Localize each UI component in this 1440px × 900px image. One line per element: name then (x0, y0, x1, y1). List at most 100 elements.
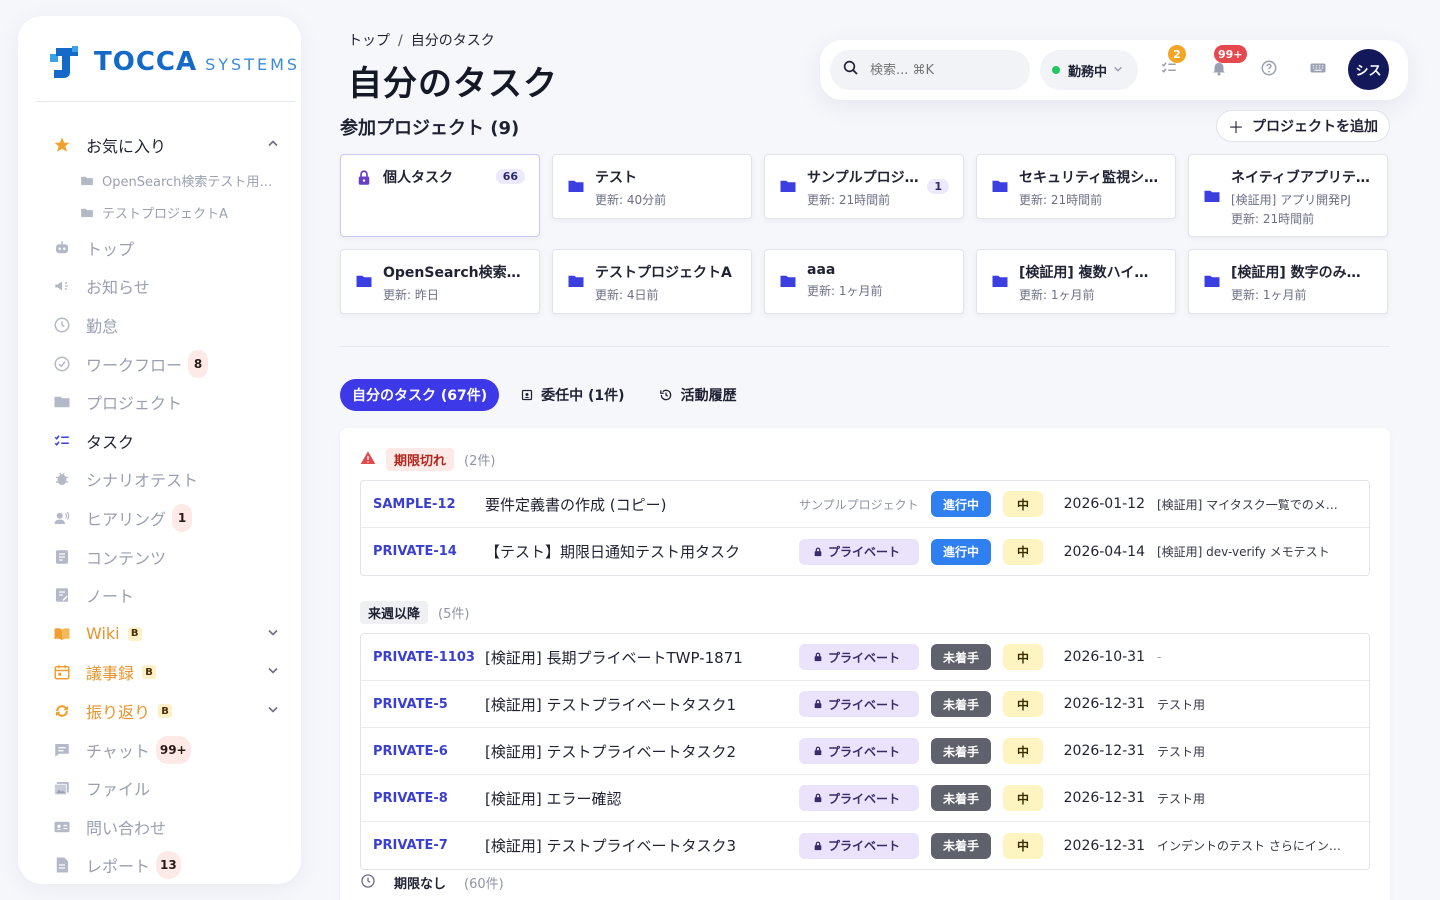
table-row[interactable]: PRIVATE-8 [検証用] エラー確認 プライベート 未着手 中 2026-… (361, 775, 1369, 822)
sidebar-item-contents[interactable]: コンテンツ (18, 537, 301, 576)
project-card[interactable]: テスト 更新: 40分前 (552, 154, 752, 219)
priority-badge[interactable]: 中 (1003, 785, 1043, 811)
group-count: (2件) (464, 454, 496, 469)
project-card[interactable]: テストプロジェクトA 更新: 4日前 (552, 249, 752, 314)
project-card[interactable]: [検証用] 複数ハイフン 更新: 1ヶ月前 (976, 249, 1176, 314)
project-name: [検証用] 複数ハイフン (1019, 265, 1161, 281)
sidebar-item-wiki[interactable]: Wiki B (18, 615, 301, 654)
breadcrumb-current: 自分のタスク (410, 33, 495, 49)
sidebar-item-chat[interactable]: チャット 99+ (18, 730, 301, 769)
table-row[interactable]: PRIVATE-1103 [検証用] 長期プライベートTWP-1871 プライベ… (361, 634, 1369, 681)
task-id[interactable]: PRIVATE-1103 (373, 650, 475, 665)
tab-activity-history[interactable]: 活動履歴 (647, 379, 749, 411)
breadcrumb-link-top[interactable]: トップ (348, 33, 390, 49)
priority-badge[interactable]: 中 (1003, 832, 1043, 859)
folder-icon (1203, 272, 1221, 290)
notifications-badge: 99+ (1214, 45, 1247, 63)
brand-logo[interactable]: TOCCA SYSTEMS (48, 44, 300, 80)
sidebar-item-label: シナリオテスト (86, 471, 199, 491)
search-input[interactable] (870, 62, 1010, 78)
keyboard-shortcuts-button[interactable] (1307, 59, 1329, 81)
sidebar-item-attendance[interactable]: 勤怠 (18, 306, 301, 345)
tab-delegated[interactable]: 委任中 (1件) (509, 379, 636, 411)
help-button[interactable] (1258, 59, 1280, 81)
project-card[interactable]: サンプルプロジェ… 更新: 21時間前 1 (764, 154, 964, 219)
due-date: 2026-10-31 (1063, 649, 1145, 665)
add-project-button[interactable]: ＋ プロジェクトを追加 (1216, 110, 1390, 142)
favorite-item-project-a[interactable]: テストプロジェクトA (18, 197, 301, 229)
sidebar-item-workflow[interactable]: ワークフロー 8 (18, 344, 301, 383)
table-row[interactable]: PRIVATE-6 [検証用] テストプライベートタスク2 プライベート 未着手… (361, 728, 1369, 775)
status-badge[interactable]: 未着手 (931, 832, 991, 859)
favorite-item-label: テストプロジェクトA (102, 207, 228, 223)
task-id[interactable]: SAMPLE-12 (373, 497, 456, 512)
priority-badge[interactable]: 中 (1003, 644, 1043, 670)
priority-badge[interactable]: 中 (1003, 491, 1043, 517)
task-id[interactable]: PRIVATE-5 (373, 697, 448, 712)
sidebar-item-projects[interactable]: プロジェクト (18, 383, 301, 422)
priority-badge[interactable]: 中 (1003, 538, 1043, 565)
project-card[interactable]: [検証用] 数字のみコー… 更新: 1ヶ月前 (1188, 249, 1388, 314)
task-id[interactable]: PRIVATE-6 (373, 744, 448, 759)
sidebar-item-inquiries[interactable]: 問い合わせ (18, 808, 301, 847)
task-title[interactable]: 要件定義書の作成 (コピー) (485, 494, 666, 515)
status-badge[interactable]: 未着手 (931, 738, 991, 764)
delegate-icon (521, 389, 533, 401)
folder-icon (1203, 187, 1221, 205)
task-id[interactable]: PRIVATE-8 (373, 791, 448, 806)
sidebar-item-minutes[interactable]: 議事録 B (18, 653, 301, 692)
table-row[interactable]: PRIVATE-14 【テスト】期限日通知テスト用タスク プライベート 進行中 … (361, 528, 1369, 575)
status-badge[interactable]: 進行中 (931, 538, 991, 565)
sidebar-item-reports[interactable]: レポート 13 (18, 846, 301, 884)
chevron-down-icon[interactable] (267, 665, 279, 680)
sidebar-item-notices[interactable]: お知らせ (18, 267, 301, 306)
priority-badge[interactable]: 中 (1003, 738, 1043, 764)
table-row[interactable]: PRIVATE-7 [検証用] テストプライベートタスク3 プライベート 未着手… (361, 822, 1369, 869)
table-row[interactable]: PRIVATE-5 [検証用] テストプライベートタスク1 プライベート 未着手… (361, 681, 1369, 728)
chevron-down-icon[interactable] (267, 704, 279, 719)
project-card[interactable]: セキュリティ監視シス… 更新: 21時間前 (976, 154, 1176, 219)
keyboard-icon (1309, 59, 1327, 81)
project-card[interactable]: aaa 更新: 1ヶ月前 (764, 249, 964, 314)
task-title[interactable]: [検証用] テストプライベートタスク2 (485, 741, 736, 762)
status-badge[interactable]: 未着手 (931, 785, 991, 811)
chevron-up-icon[interactable] (267, 138, 279, 153)
status-badge[interactable]: 未着手 (931, 691, 991, 717)
sidebar-item-notes[interactable]: ノート (18, 576, 301, 615)
favorite-item-opensearch[interactable]: OpenSearch検索テスト用プ… (18, 165, 301, 197)
sidebar-item-hearing[interactable]: ヒアリング 1 (18, 499, 301, 538)
project-card[interactable]: 個人タスク 66 (340, 154, 540, 237)
task-title[interactable]: [検証用] テストプライベートタスク1 (485, 694, 736, 715)
sidebar-item-retrospective[interactable]: 振り返り B (18, 692, 301, 731)
bug-icon (52, 469, 72, 489)
project-name: テストプロジェクトA (595, 265, 732, 281)
task-project: プライベート (828, 791, 901, 806)
sidebar-item-scenario-test[interactable]: シナリオテスト (18, 460, 301, 499)
status-badge[interactable]: 未着手 (931, 644, 991, 670)
search-box[interactable] (830, 50, 1030, 90)
notifications-button[interactable]: 99+ (1208, 45, 1247, 81)
work-status-dropdown[interactable]: 勤務中 (1040, 50, 1138, 90)
priority-badge[interactable]: 中 (1003, 691, 1043, 717)
project-card[interactable]: OpenSearch検索テス… 更新: 昨日 (340, 249, 540, 314)
tab-my-tasks[interactable]: 自分のタスク (67件) (340, 379, 500, 411)
sidebar-item-files[interactable]: ファイル (18, 769, 301, 808)
task-title[interactable]: [検証用] テストプライベートタスク3 (485, 835, 736, 856)
sidebar-item-favorites[interactable]: お気に入り (18, 126, 301, 165)
status-badge[interactable]: 進行中 (931, 491, 991, 517)
task-id[interactable]: PRIVATE-7 (373, 838, 448, 853)
sidebar-item-tasks[interactable]: タスク (18, 422, 301, 461)
clock-icon (52, 315, 72, 335)
chat-count-badge: 99+ (155, 735, 191, 764)
my-tasks-button[interactable]: 2 (1158, 45, 1186, 81)
user-avatar[interactable]: シス (1348, 49, 1389, 90)
sidebar-item-top[interactable]: トップ (18, 229, 301, 268)
task-id[interactable]: PRIVATE-14 (373, 544, 457, 559)
task-title[interactable]: [検証用] エラー確認 (485, 788, 621, 809)
task-title[interactable]: 【テスト】期限日通知テスト用タスク (485, 541, 740, 562)
table-row[interactable]: SAMPLE-12 要件定義書の作成 (コピー) サンプルプロジェクト 進行中 … (361, 481, 1369, 528)
voice-icon (52, 508, 72, 528)
chevron-down-icon[interactable] (267, 626, 279, 641)
project-card[interactable]: ネイティブアプリテス… [検証用] アプリ開発PJ 更新: 21時間前 (1188, 154, 1388, 237)
task-title[interactable]: [検証用] 長期プライベートTWP-1871 (485, 647, 743, 668)
